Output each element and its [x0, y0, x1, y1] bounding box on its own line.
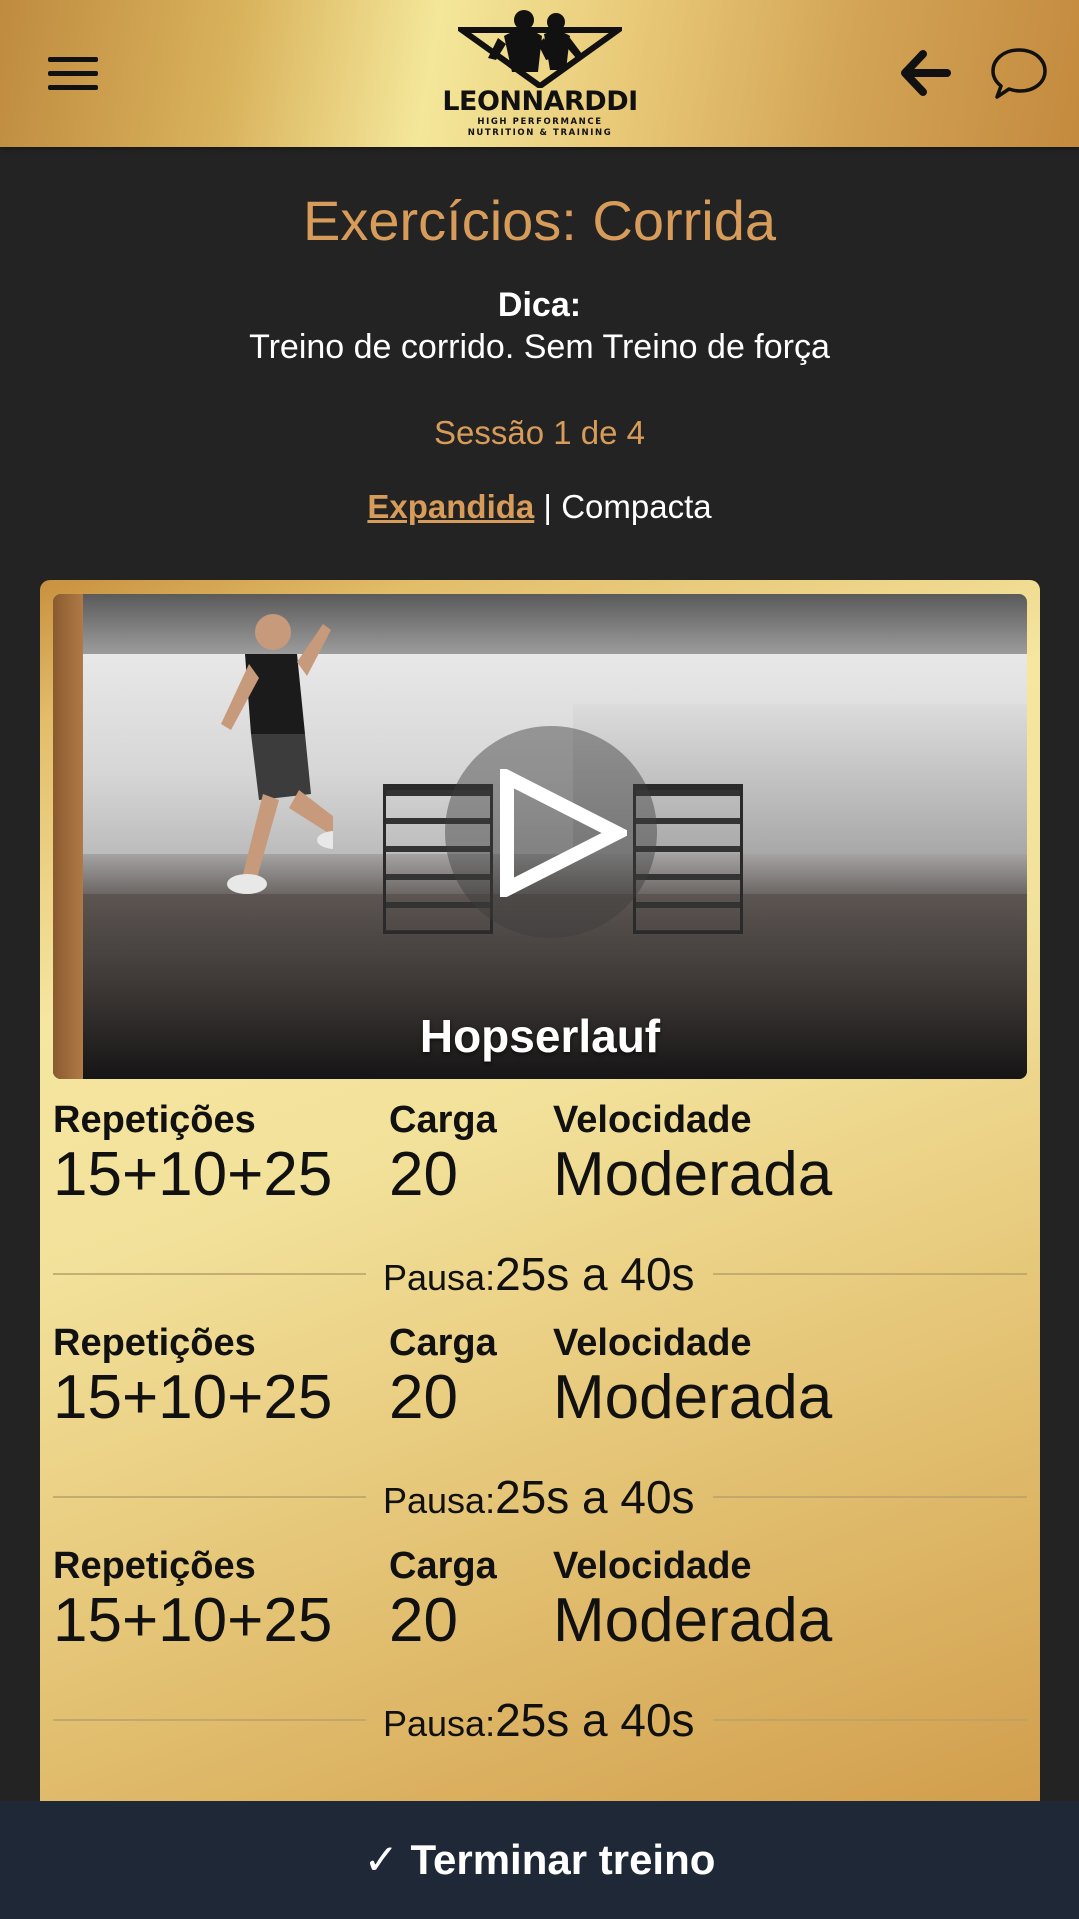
speed-column: Velocidade Moderada — [553, 1098, 832, 1210]
logo-emblem-icon — [458, 10, 622, 88]
reps-label: Repetições — [53, 1322, 256, 1364]
reps-label: Repetições — [53, 1545, 256, 1587]
exercise-name: Hopserlauf — [419, 1010, 661, 1062]
pause-value: 25s a 40s — [495, 1471, 695, 1523]
page-title: Exercícios: Corrida — [302, 189, 777, 252]
divider-line — [53, 1496, 366, 1498]
speed-value: Moderada — [553, 1363, 833, 1432]
load-column: Carga 20 — [389, 1544, 497, 1656]
set-row: Repetições 15+10+25 Carga 20 Velocidade … — [53, 1321, 1027, 1441]
load-label: Carga — [389, 1322, 497, 1364]
exercise-video[interactable]: Hopserlauf — [53, 594, 1027, 1079]
divider-line — [713, 1496, 1027, 1498]
speed-column: Velocidade Moderada — [553, 1321, 832, 1433]
pause-row: Pausa:25s a 40s — [53, 1693, 1027, 1747]
pause-label: Pausa: — [383, 1480, 496, 1521]
reps-value: 15+10+25 — [53, 1363, 333, 1432]
reps-label: Repetições — [53, 1099, 256, 1141]
speed-column: Velocidade Moderada — [553, 1544, 832, 1656]
pause-row: Pausa:25s a 40s — [53, 1470, 1027, 1524]
load-value: 20 — [389, 1363, 458, 1432]
expanded-view-link[interactable]: Expandida — [367, 488, 534, 525]
load-value: 20 — [389, 1140, 458, 1209]
load-label: Carga — [389, 1099, 497, 1141]
pause-text: Pausa:25s a 40s — [383, 1470, 695, 1528]
tip-text: Treino de corrido. Sem Treino de força — [249, 328, 830, 366]
play-icon[interactable] — [497, 769, 627, 897]
finish-workout-button[interactable]: ✓ Terminar treino — [0, 1801, 1079, 1919]
pause-value: 25s a 40s — [495, 1694, 695, 1746]
speed-label: Velocidade — [553, 1322, 752, 1364]
video-scene-pillar — [53, 594, 83, 1079]
speed-value: Moderada — [553, 1586, 833, 1655]
exercise-card: Hopserlauf Repetições 15+10+25 Carga 20 … — [40, 580, 1040, 1919]
set-row: Repetições 15+10+25 Carga 20 Velocidade … — [53, 1544, 1027, 1664]
reps-value: 15+10+25 — [53, 1140, 333, 1209]
video-athlete-figure — [221, 614, 333, 894]
divider-line — [713, 1719, 1027, 1721]
reps-column: Repetições 15+10+25 — [53, 1098, 332, 1210]
compact-view-link[interactable]: Compacta — [561, 488, 711, 525]
divider-line — [53, 1719, 366, 1721]
back-arrow-icon[interactable] — [901, 48, 951, 98]
load-column: Carga 20 — [389, 1321, 497, 1433]
view-toggle: Expandida | Compacta — [0, 486, 1079, 528]
load-value: 20 — [389, 1586, 458, 1655]
chat-bubble-icon[interactable] — [990, 44, 1048, 102]
speed-value: Moderada — [553, 1140, 833, 1209]
pause-label: Pausa: — [383, 1257, 496, 1298]
session-indicator: Sessão 1 de 4 — [434, 414, 645, 451]
pause-label: Pausa: — [383, 1703, 496, 1744]
pause-row: Pausa:25s a 40s — [53, 1247, 1027, 1301]
load-label: Carga — [389, 1545, 497, 1587]
view-toggle-separator: | — [534, 488, 562, 525]
pause-value: 25s a 40s — [495, 1248, 695, 1300]
divider-line — [53, 1273, 366, 1275]
speed-label: Velocidade — [553, 1545, 752, 1587]
divider-line — [713, 1273, 1027, 1275]
reps-value: 15+10+25 — [53, 1586, 333, 1655]
brand-name: LEONNARDDI — [442, 86, 638, 117]
speed-label: Velocidade — [553, 1099, 752, 1141]
reps-column: Repetições 15+10+25 — [53, 1544, 332, 1656]
brand-tagline-2: NUTRITION & TRAINING — [467, 128, 613, 138]
pause-text: Pausa:25s a 40s — [383, 1693, 695, 1751]
set-row: Repetições 15+10+25 Carga 20 Velocidade … — [53, 1098, 1027, 1218]
reps-column: Repetições 15+10+25 — [53, 1321, 332, 1433]
load-column: Carga 20 — [389, 1098, 497, 1210]
pause-text: Pausa:25s a 40s — [383, 1247, 695, 1305]
menu-icon[interactable] — [48, 57, 98, 91]
tip-label: Dica: — [497, 286, 582, 324]
brand-logo[interactable]: LEONNARDDI HIGH PERFORMANCE NUTRITION & … — [440, 6, 640, 142]
brand-tagline: HIGH PERFORMANCE — [477, 117, 603, 127]
app-header: LEONNARDDI HIGH PERFORMANCE NUTRITION & … — [0, 0, 1079, 147]
